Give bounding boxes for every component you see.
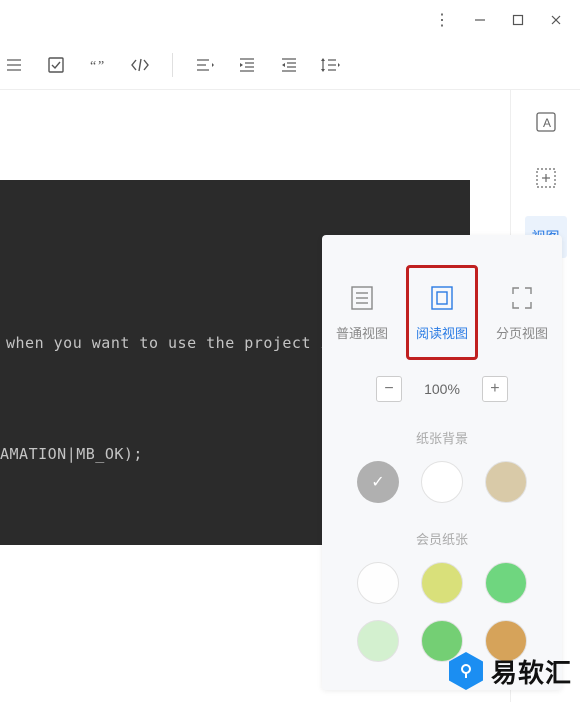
mode-normal[interactable]: 普通视图 — [326, 265, 398, 360]
mode-label: 分页视图 — [496, 323, 548, 342]
maximize-button[interactable] — [508, 10, 528, 30]
watermark-text: 易软汇 — [491, 653, 572, 690]
svg-text:A: A — [543, 116, 551, 130]
list-icon[interactable] — [0, 51, 28, 79]
swatch-white[interactable] — [421, 461, 463, 503]
swatch-selected[interactable]: ✓ — [357, 461, 399, 503]
swatch-beige[interactable] — [485, 461, 527, 503]
text-format-icon[interactable]: A — [528, 104, 564, 140]
align-icon[interactable] — [191, 51, 219, 79]
section-member-paper: 会员纸张 — [416, 529, 468, 548]
swatch[interactable] — [357, 562, 399, 604]
swatches-bg: ✓ — [357, 461, 527, 503]
svg-text:”: ” — [98, 59, 104, 74]
zoom-in-button[interactable]: + — [482, 376, 508, 402]
code-line: AMATION|MB_OK); — [0, 445, 143, 463]
svg-text:“: “ — [90, 59, 96, 74]
mode-paged[interactable]: 分页视图 — [486, 265, 558, 360]
swatch[interactable] — [421, 562, 463, 604]
zoom-out-button[interactable]: − — [376, 376, 402, 402]
close-button[interactable] — [546, 10, 566, 30]
swatch[interactable] — [357, 620, 399, 662]
more-icon[interactable]: ⋮ — [432, 10, 452, 30]
swatches-member-row1 — [357, 562, 527, 604]
section-paper-bg: 纸张背景 — [416, 428, 468, 447]
watermark: 易软汇 — [449, 652, 572, 690]
mode-label: 普通视图 — [336, 323, 388, 342]
checklist-icon[interactable] — [42, 51, 70, 79]
watermark-icon — [449, 652, 483, 690]
indent-increase-icon[interactable] — [233, 51, 261, 79]
indent-decrease-icon[interactable] — [275, 51, 303, 79]
zoom-value: 100% — [424, 381, 460, 397]
separator — [172, 53, 173, 77]
swatch[interactable] — [485, 562, 527, 604]
mode-label: 阅读视图 — [416, 323, 468, 342]
line-height-icon[interactable] — [317, 51, 345, 79]
view-modes: 普通视图 阅读视图 分页视图 — [322, 265, 562, 360]
mode-reading[interactable]: 阅读视图 — [406, 265, 478, 360]
zoom-controls: − 100% + — [376, 376, 508, 402]
code-icon[interactable] — [126, 51, 154, 79]
add-icon[interactable] — [528, 160, 564, 196]
toolbar: “” — [0, 40, 580, 90]
code-line: when you want to use the project ico — [6, 334, 349, 352]
minimize-button[interactable] — [470, 10, 490, 30]
quote-icon[interactable]: “” — [84, 51, 112, 79]
title-bar: ⋮ — [0, 0, 580, 40]
view-panel: 普通视图 阅读视图 分页视图 − 100% + 纸张背景 ✓ 会员纸张 — [322, 235, 562, 690]
